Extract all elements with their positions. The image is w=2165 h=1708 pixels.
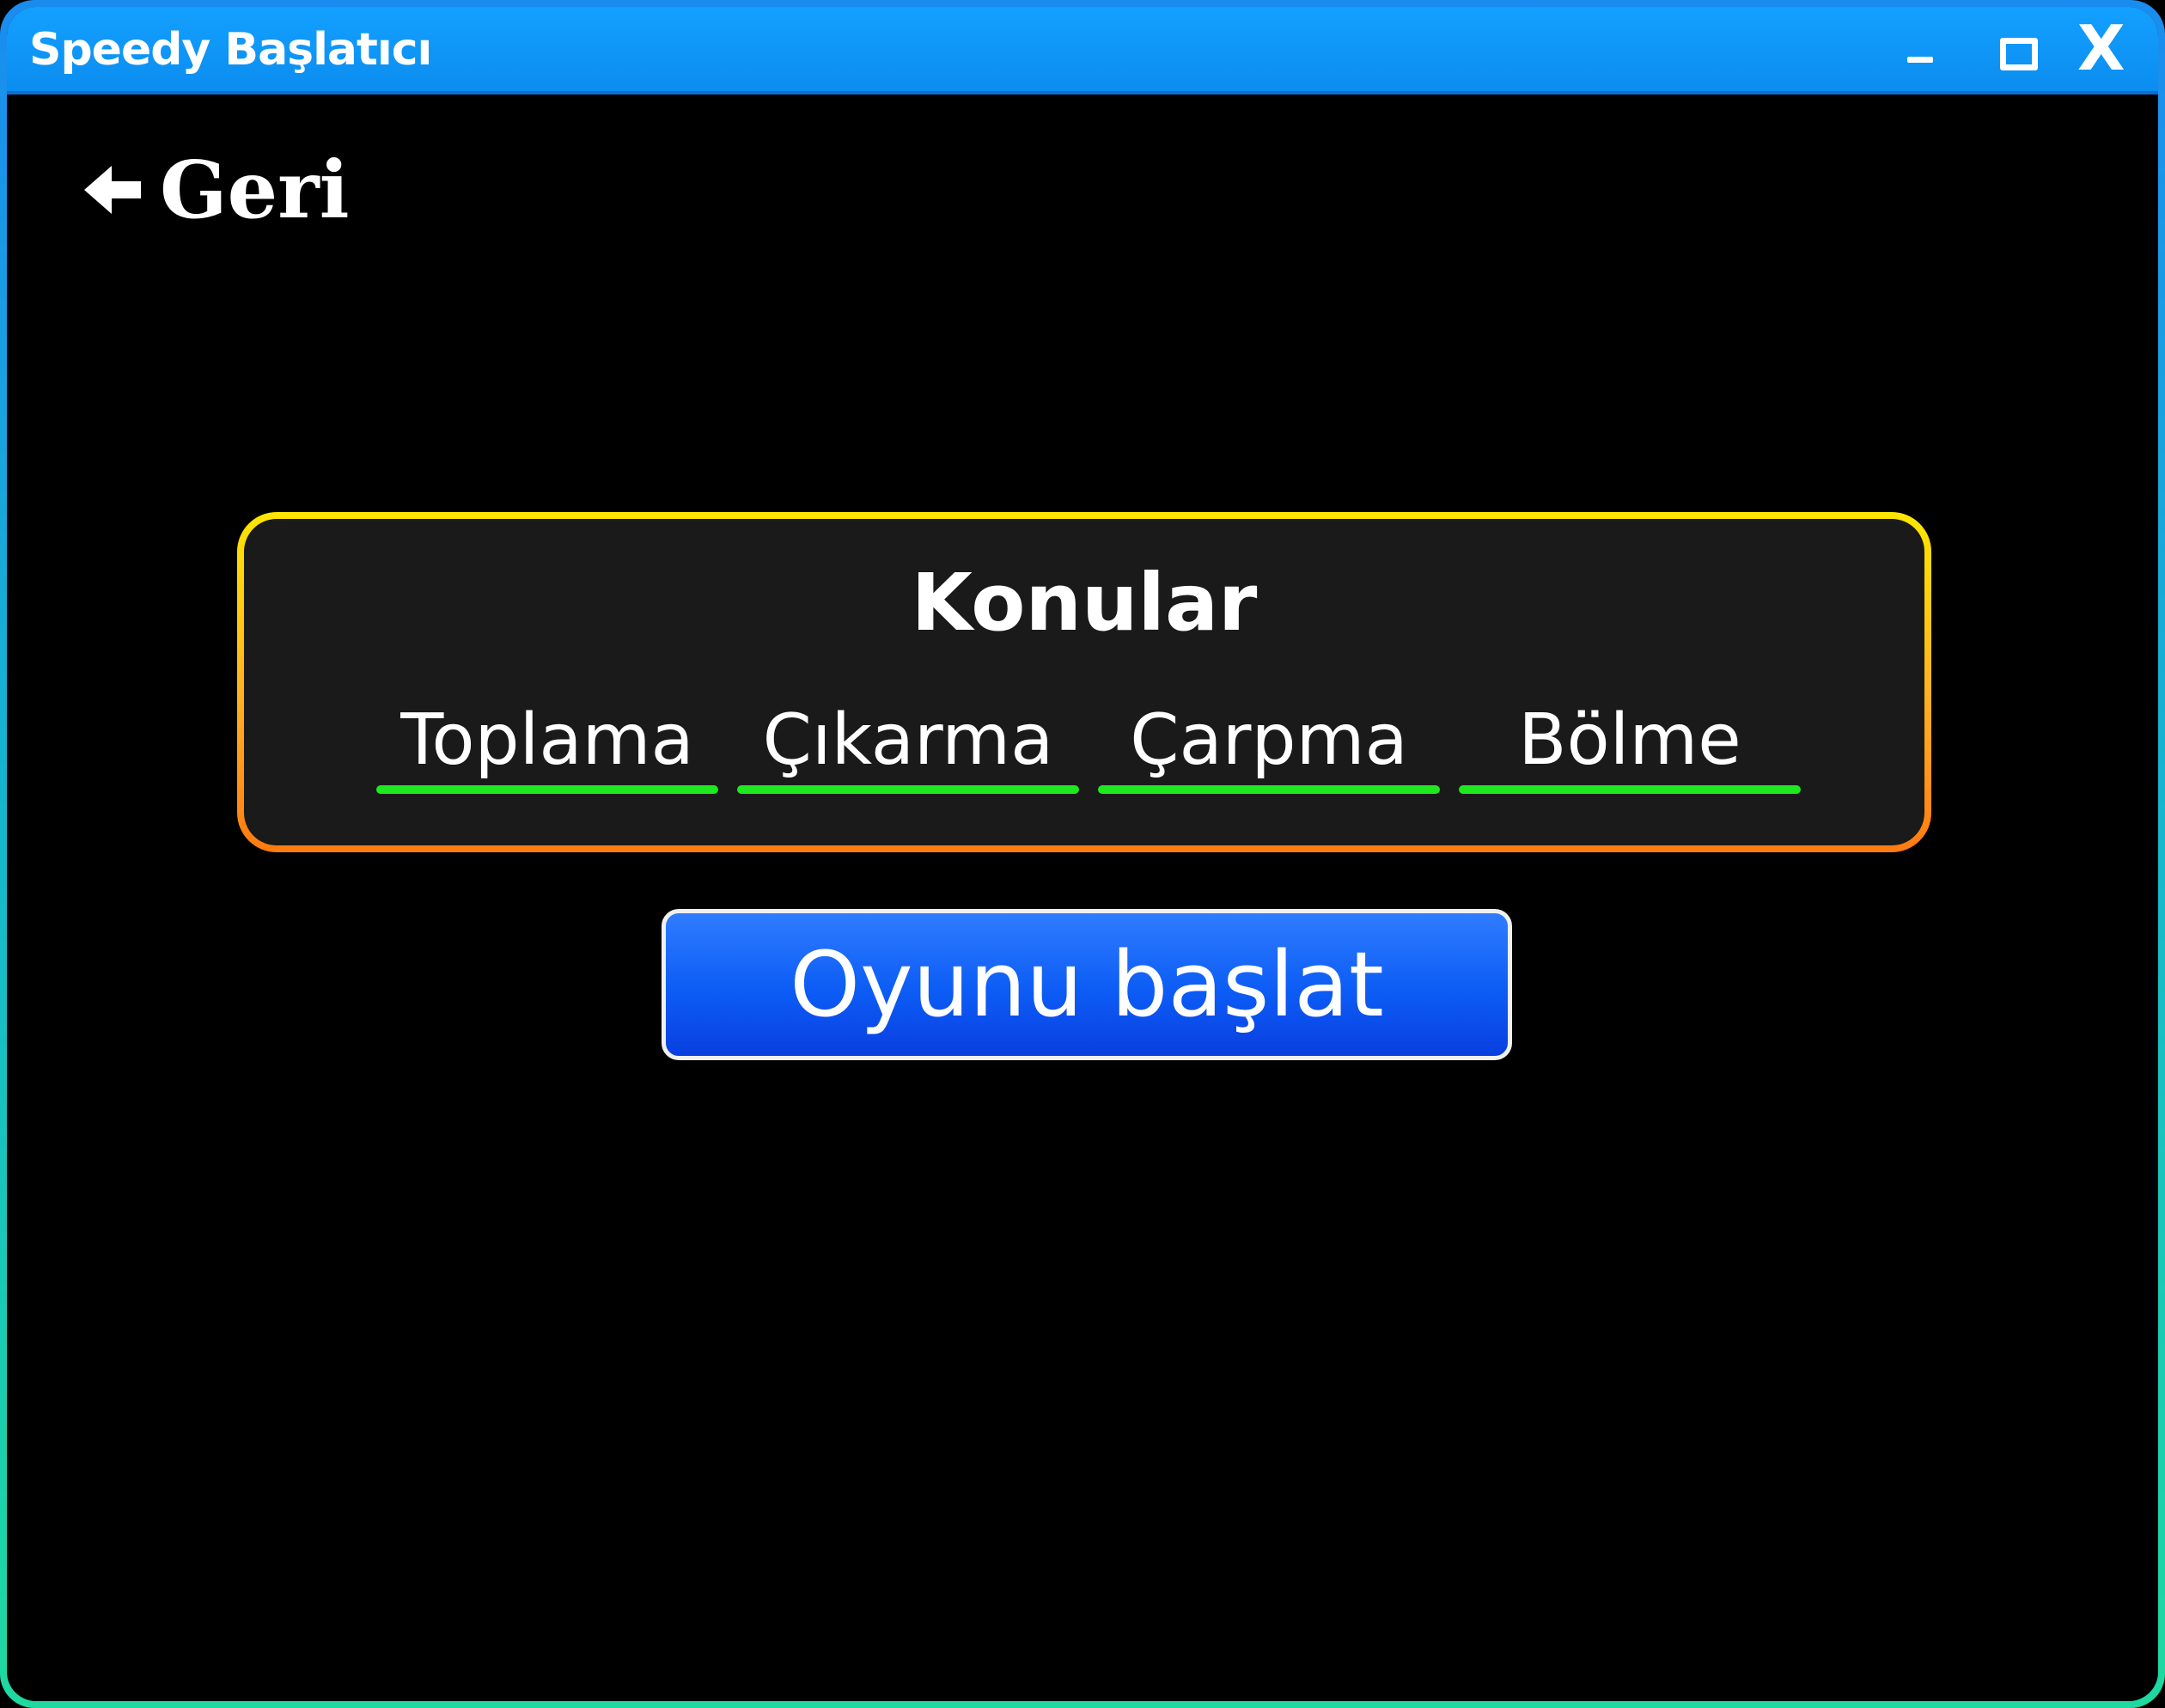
topics-panel: Konular Toplama Çıkarma Çarpma Bölme [237, 512, 1931, 852]
close-button[interactable]: X [2060, 15, 2138, 82]
topic-label: Toplama [400, 699, 694, 781]
window-title: Speedy Başlatıcı [29, 24, 432, 76]
topic-underline [1459, 785, 1801, 794]
topic-toplama[interactable]: Toplama [376, 699, 718, 794]
topic-label: Çıkarma [762, 699, 1054, 781]
topics-heading: Konular [911, 557, 1258, 649]
topic-bolme[interactable]: Bölme [1459, 699, 1801, 794]
back-label: Geri [160, 143, 350, 236]
window-content: Speedy Başlatıcı X Geri Konular Toplama [7, 7, 2158, 1701]
topic-label: Bölme [1518, 699, 1741, 781]
topic-underline [1098, 785, 1440, 794]
topic-label: Çarpma [1130, 699, 1408, 781]
topic-carpma[interactable]: Çarpma [1098, 699, 1440, 794]
close-icon: X [2077, 12, 2125, 84]
back-button[interactable]: Geri [84, 143, 350, 237]
topic-underline [737, 785, 1079, 794]
topics-panel-body: Konular Toplama Çıkarma Çarpma Bölme [244, 519, 1924, 845]
maximize-button[interactable] [1974, 15, 2052, 82]
maximize-icon [2000, 38, 2038, 70]
topic-cikarma[interactable]: Çıkarma [737, 699, 1079, 794]
arrow-left-icon [84, 166, 141, 214]
minimize-icon [1907, 57, 1933, 63]
app-window: Speedy Başlatıcı X Geri Konular Toplama [0, 0, 2165, 1708]
minimize-button[interactable] [1880, 15, 1957, 82]
start-game-button[interactable]: Oyunu başlat [662, 909, 1512, 1060]
title-bar[interactable]: Speedy Başlatıcı X [7, 7, 2158, 95]
topic-underline [376, 785, 718, 794]
